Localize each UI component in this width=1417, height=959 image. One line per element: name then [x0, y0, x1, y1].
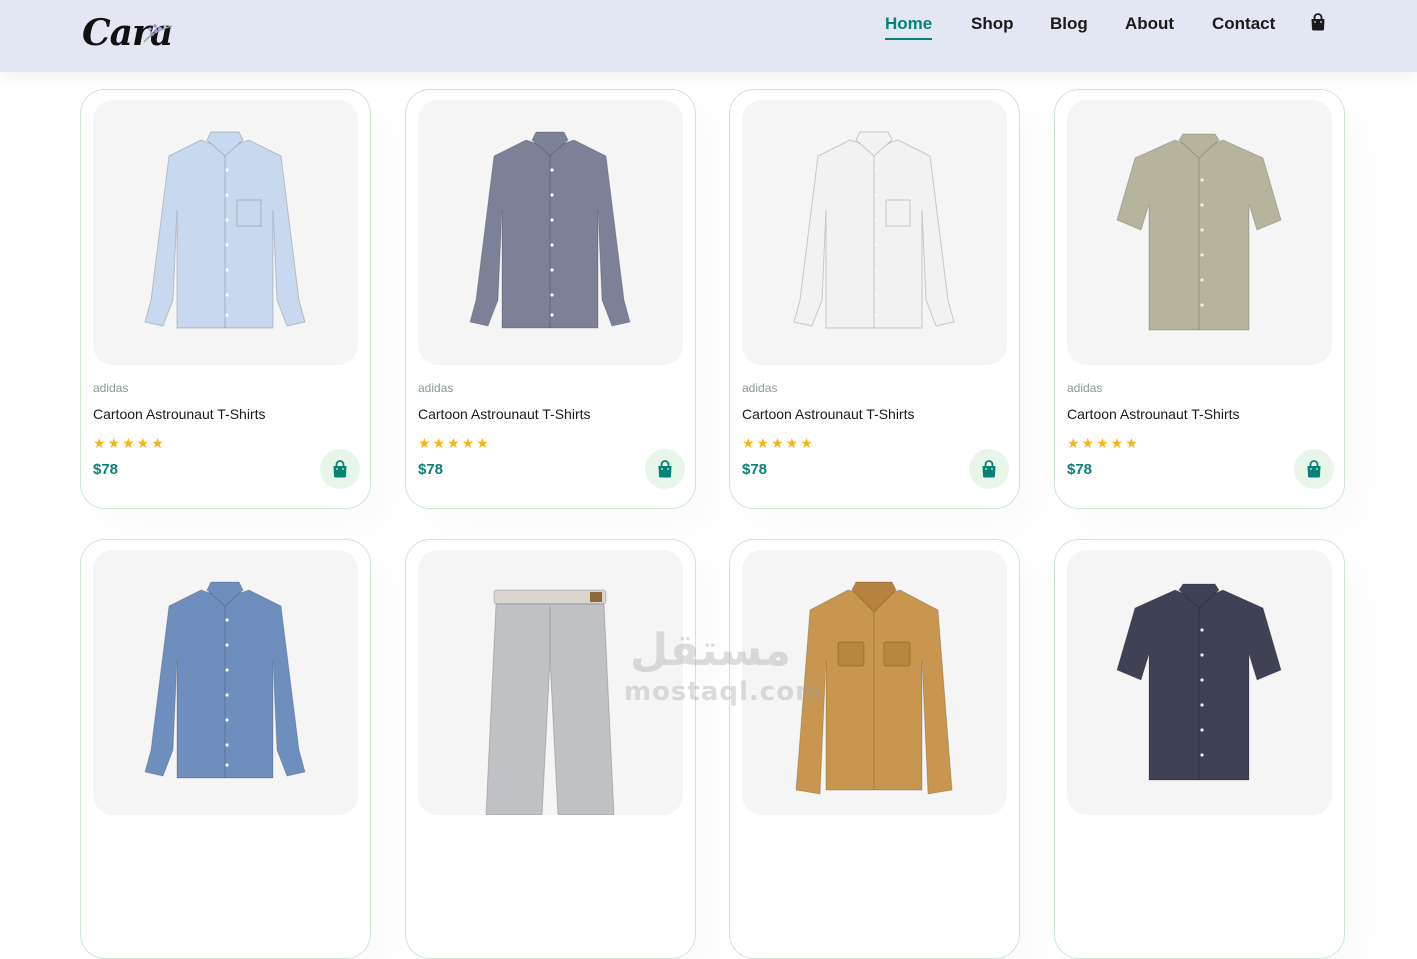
nav-shop[interactable]: Shop — [971, 13, 1014, 35]
product-image-frame[interactable] — [1067, 100, 1332, 365]
product-title[interactable]: Cartoon Astrounaut T-Shirts — [742, 406, 915, 422]
product-brand: adidas — [742, 381, 778, 395]
product-image-frame[interactable] — [93, 100, 358, 365]
product-brand: adidas — [93, 381, 129, 395]
nav-contact[interactable]: Contact — [1212, 13, 1275, 35]
product-image — [485, 589, 615, 815]
product-brand: adidas — [1067, 381, 1103, 395]
nav-shop-label: Shop — [971, 14, 1014, 33]
product-image — [144, 131, 306, 329]
product-brand: adidas — [418, 381, 454, 395]
product-card[interactable] — [729, 539, 1020, 959]
star-rating-icon: ★★★★★ — [742, 435, 815, 451]
nav-home[interactable]: Home — [885, 13, 933, 40]
add-to-cart-button[interactable] — [320, 449, 360, 489]
product-image-frame[interactable] — [418, 100, 683, 365]
product-card[interactable] — [80, 539, 371, 959]
product-image — [1116, 133, 1282, 331]
product-title[interactable]: Cartoon Astrounaut T-Shirts — [1067, 406, 1240, 422]
product-card[interactable]: adidas Cartoon Astrounaut T-Shirts ★★★★★… — [80, 89, 371, 509]
product-image — [1116, 583, 1282, 781]
product-price: $78 — [742, 461, 768, 478]
product-image-frame[interactable] — [742, 550, 1007, 815]
product-card[interactable]: adidas Cartoon Astrounaut T-Shirts ★★★★★… — [1054, 89, 1345, 509]
star-rating-icon: ★★★★★ — [418, 435, 491, 451]
product-image — [469, 131, 631, 329]
site-header: Cara Home Shop Blog About Contact — [0, 0, 1417, 72]
star-rating-icon: ★★★★★ — [93, 435, 166, 451]
brand-logo[interactable]: Cara — [82, 12, 182, 54]
product-image — [795, 581, 953, 795]
product-price: $78 — [1067, 461, 1093, 478]
add-to-cart-button[interactable] — [645, 449, 685, 489]
product-card[interactable]: adidas Cartoon Astrounaut T-Shirts ★★★★★… — [405, 89, 696, 509]
shopping-bag-icon — [982, 460, 996, 478]
nav-about-label: About — [1125, 14, 1175, 33]
product-title[interactable]: Cartoon Astrounaut T-Shirts — [418, 406, 591, 422]
shopping-bag-icon — [1307, 460, 1321, 478]
star-rating-icon: ★★★★★ — [1067, 435, 1140, 451]
nav-contact-label: Contact — [1212, 14, 1276, 33]
shopping-bag-icon — [333, 460, 347, 478]
product-price: $78 — [93, 461, 119, 478]
nav-about[interactable]: About — [1125, 13, 1174, 35]
product-image-frame[interactable] — [418, 550, 683, 815]
nav-home-label: Home — [885, 14, 933, 33]
product-image — [144, 581, 306, 779]
product-image — [793, 131, 955, 329]
nav-blog-label: Blog — [1050, 14, 1088, 33]
product-image-frame[interactable] — [742, 100, 1007, 365]
add-to-cart-button[interactable] — [1294, 449, 1334, 489]
add-to-cart-button[interactable] — [969, 449, 1009, 489]
nav-active-underline — [885, 38, 933, 40]
shopping-bag-icon[interactable] — [1310, 13, 1326, 31]
product-title[interactable]: Cartoon Astrounaut T-Shirts — [93, 406, 266, 422]
product-image-frame[interactable] — [93, 550, 358, 815]
product-card[interactable] — [1054, 539, 1345, 959]
nav-blog[interactable]: Blog — [1050, 13, 1088, 35]
product-price: $78 — [418, 461, 444, 478]
product-card[interactable]: adidas Cartoon Astrounaut T-Shirts ★★★★★… — [729, 89, 1020, 509]
product-grid: adidas Cartoon Astrounaut T-Shirts ★★★★★… — [0, 0, 1417, 959]
shopping-bag-icon — [658, 460, 672, 478]
lavender-sprig-icon — [143, 24, 173, 43]
product-card[interactable] — [405, 539, 696, 959]
product-image-frame[interactable] — [1067, 550, 1332, 815]
